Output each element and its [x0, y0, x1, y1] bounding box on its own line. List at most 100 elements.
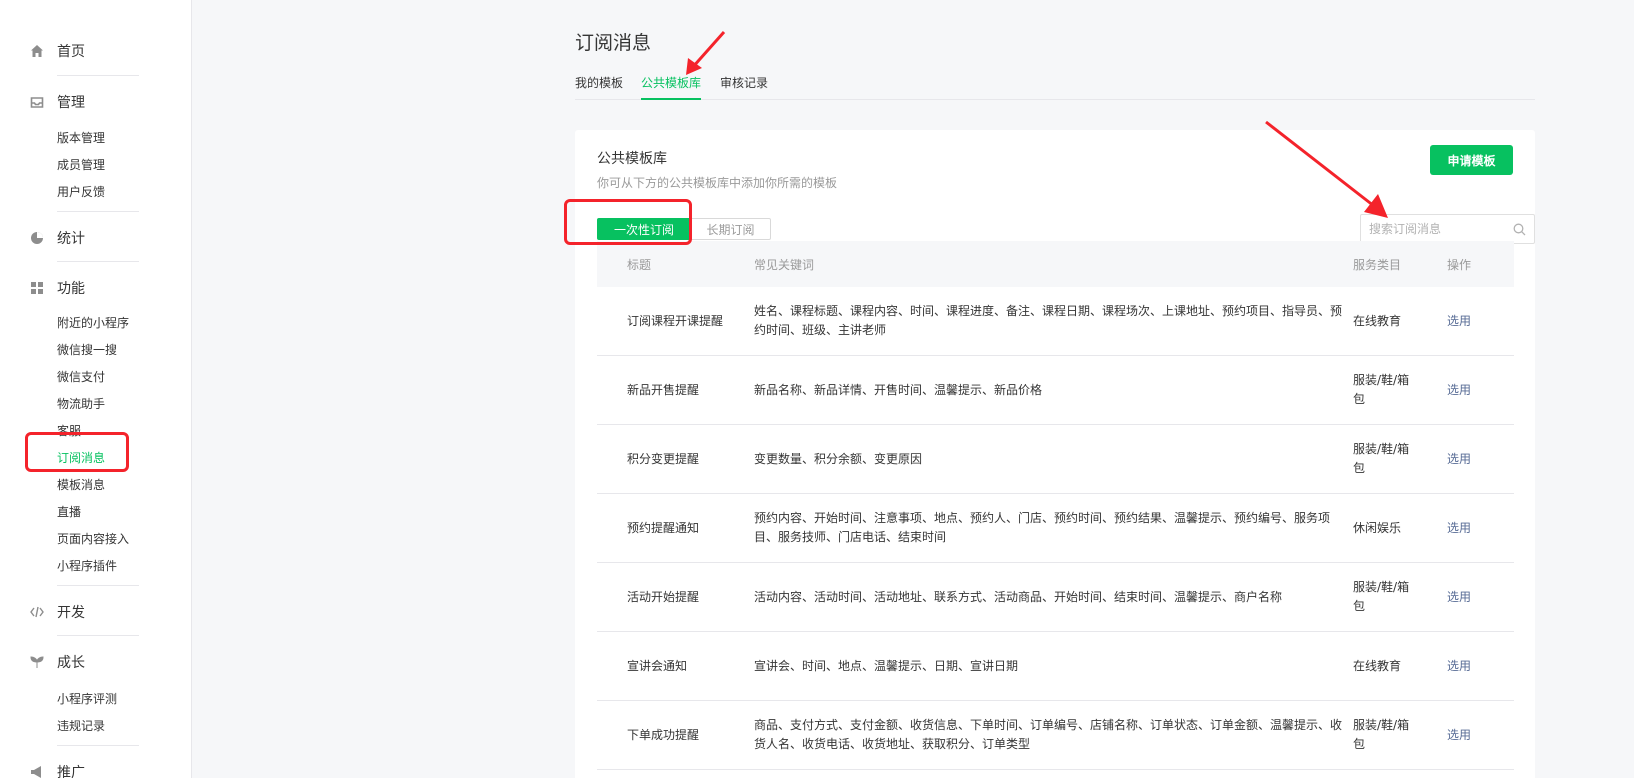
row-category: 在线教育: [1353, 313, 1402, 328]
segment-long-term[interactable]: 长期订阅: [691, 218, 771, 240]
card-description: 你可从下方的公共模板库中添加你所需的模板: [597, 176, 838, 190]
row-category: 在线教育: [1353, 658, 1402, 673]
sidebar-item-template[interactable]: 模板消息: [57, 476, 105, 494]
row-keywords: 预约内容、开始时间、注意事项、地点、预约人、门店、预约时间、预约结果、温馨提示、…: [754, 511, 1331, 544]
sidebar-item-version[interactable]: 版本管理: [57, 129, 105, 147]
header-title: 标题: [627, 257, 652, 272]
sidebar-item-promo[interactable]: 推广: [30, 761, 85, 778]
table-row: 新品开售提醒 新品名称、新品详情、开售时间、温馨提示、新品价格 服装/鞋/箱包 …: [597, 356, 1514, 425]
table-header: 标题 常见关键词 服务类目 操作: [597, 241, 1514, 287]
subscription-type-switch: 一次性订阅 长期订阅: [597, 218, 771, 240]
row-category: 服装/鞋/箱包: [1353, 580, 1410, 613]
divider: [57, 75, 139, 76]
row-category: 服装/鞋/箱包: [1353, 718, 1410, 751]
grid-icon: [30, 281, 44, 295]
header-keywords: 常见关键词: [754, 257, 815, 272]
template-table: 标题 常见关键词 服务类目 操作 订阅课程开课提醒 姓名、课程标题、课程内容、时…: [597, 241, 1514, 770]
sidebar-item-label: 统计: [57, 231, 85, 247]
sidebar-item-label: 功能: [57, 281, 85, 297]
sidebar-item-service[interactable]: 客服: [57, 422, 81, 440]
row-title: 活动开始提醒: [627, 589, 700, 604]
page-title: 订阅消息: [575, 32, 652, 54]
sidebar-item-stats[interactable]: 统计: [30, 227, 85, 249]
row-keywords: 活动内容、活动时间、活动地址、联系方式、活动商品、开始时间、结束时间、温馨提示、…: [754, 589, 1283, 604]
select-link[interactable]: 选用: [1447, 452, 1471, 466]
search-box: [1360, 214, 1535, 244]
tab-bar: 我的模板 公共模板库 审核记录: [575, 72, 1535, 100]
divider: [57, 261, 139, 262]
sidebar-item-features[interactable]: 功能: [30, 277, 85, 299]
sidebar-item-review[interactable]: 小程序评测: [57, 690, 117, 708]
row-title: 预约提醒通知: [627, 520, 700, 535]
table-row: 活动开始提醒 活动内容、活动时间、活动地址、联系方式、活动商品、开始时间、结束时…: [597, 563, 1514, 632]
sidebar-item-content[interactable]: 页面内容接入: [57, 530, 129, 548]
sidebar-item-violation[interactable]: 违规记录: [57, 717, 105, 735]
sidebar-item-members[interactable]: 成员管理: [57, 156, 105, 174]
divider: [57, 585, 139, 586]
table-row: 积分变更提醒 变更数量、积分余额、变更原因 服装/鞋/箱包 选用: [597, 425, 1514, 494]
table-row: 宣讲会通知 宣讲会、时间、地点、温馨提示、日期、宣讲日期 在线教育 选用: [597, 632, 1514, 701]
select-link[interactable]: 选用: [1447, 521, 1471, 535]
code-icon: [30, 605, 44, 619]
divider: [57, 211, 139, 212]
sidebar-item-logistics[interactable]: 物流助手: [57, 395, 105, 413]
sidebar-item-dev[interactable]: 开发: [30, 601, 85, 623]
apply-template-button[interactable]: 申请模板: [1430, 145, 1513, 175]
sidebar-item-label: 开发: [57, 605, 85, 621]
row-category: 休闲娱乐: [1353, 520, 1402, 535]
select-link[interactable]: 选用: [1447, 314, 1471, 328]
sidebar-item-label: 成长: [57, 655, 85, 671]
row-keywords: 宣讲会、时间、地点、温馨提示、日期、宣讲日期: [754, 658, 1019, 673]
table-row: 下单成功提醒 商品、支付方式、支付金额、收货信息、下单时间、订单编号、店铺名称、…: [597, 701, 1514, 770]
sidebar-item-live[interactable]: 直播: [57, 503, 81, 521]
row-category: 服装/鞋/箱包: [1353, 373, 1410, 406]
search-input[interactable]: [1369, 222, 1499, 236]
pie-chart-icon: [30, 231, 44, 245]
home-icon: [30, 44, 44, 58]
tab-my-templates[interactable]: 我的模板: [575, 74, 623, 100]
sidebar-item-subscribe[interactable]: 订阅消息: [57, 449, 105, 467]
header-category: 服务类目: [1353, 257, 1402, 272]
sidebar-item-pay[interactable]: 微信支付: [57, 368, 105, 386]
table-row: 订阅课程开课提醒 姓名、课程标题、课程内容、时间、课程进度、备注、课程日期、课程…: [597, 287, 1514, 356]
sidebar-item-label: 管理: [57, 95, 85, 111]
inbox-icon: [30, 95, 44, 109]
annotation-arrow-tab: [686, 31, 726, 75]
sidebar-item-manage[interactable]: 管理: [30, 91, 85, 113]
table-row: 预约提醒通知 预约内容、开始时间、注意事项、地点、预约人、门店、预约时间、预约结…: [597, 494, 1514, 563]
row-keywords: 商品、支付方式、支付金额、收货信息、下单时间、订单编号、店铺名称、订单状态、订单…: [754, 718, 1343, 751]
sidebar-item-label: 推广: [57, 765, 85, 778]
page: 首页 管理 版本管理 成员管理 用户反馈 统计 功能 附近的小程序 微信搜一搜: [0, 0, 1634, 778]
row-title: 宣讲会通知: [627, 658, 688, 673]
search-icon[interactable]: [1513, 223, 1526, 236]
sidebar-item-plugin[interactable]: 小程序插件: [57, 557, 117, 575]
row-title: 积分变更提醒: [627, 451, 700, 466]
sidebar: 首页 管理 版本管理 成员管理 用户反馈 统计 功能 附近的小程序 微信搜一搜: [0, 0, 192, 778]
tab-audit-records[interactable]: 审核记录: [720, 74, 768, 100]
header-operation: 操作: [1447, 257, 1472, 272]
row-keywords: 姓名、课程标题、课程内容、时间、课程进度、备注、课程日期、课程场次、上课地址、预…: [754, 304, 1343, 337]
select-link[interactable]: 选用: [1447, 590, 1471, 604]
sidebar-item-feedback[interactable]: 用户反馈: [57, 183, 105, 201]
sprout-icon: [30, 655, 44, 669]
sidebar-item-growth[interactable]: 成长: [30, 651, 85, 673]
sidebar-item-nearby[interactable]: 附近的小程序: [57, 314, 129, 332]
row-title: 下单成功提醒: [627, 727, 700, 742]
row-title: 新品开售提醒: [627, 382, 700, 397]
row-title: 订阅课程开课提醒: [627, 313, 724, 328]
row-keywords: 变更数量、积分余额、变更原因: [754, 451, 923, 466]
segment-one-time[interactable]: 一次性订阅: [597, 218, 691, 240]
divider: [57, 635, 139, 636]
divider: [57, 745, 139, 746]
sidebar-item-home[interactable]: 首页: [30, 40, 85, 62]
card-title: 公共模板库: [597, 151, 667, 167]
select-link[interactable]: 选用: [1447, 659, 1471, 673]
tab-public-library[interactable]: 公共模板库: [641, 74, 702, 100]
sidebar-item-search[interactable]: 微信搜一搜: [57, 341, 117, 359]
row-keywords: 新品名称、新品详情、开售时间、温馨提示、新品价格: [754, 382, 1043, 397]
select-link[interactable]: 选用: [1447, 728, 1471, 742]
sidebar-item-label: 首页: [57, 44, 85, 60]
library-card: 公共模板库 你可从下方的公共模板库中添加你所需的模板 申请模板 一次性订阅 长期…: [575, 130, 1535, 778]
select-link[interactable]: 选用: [1447, 383, 1471, 397]
megaphone-icon: [30, 765, 44, 778]
